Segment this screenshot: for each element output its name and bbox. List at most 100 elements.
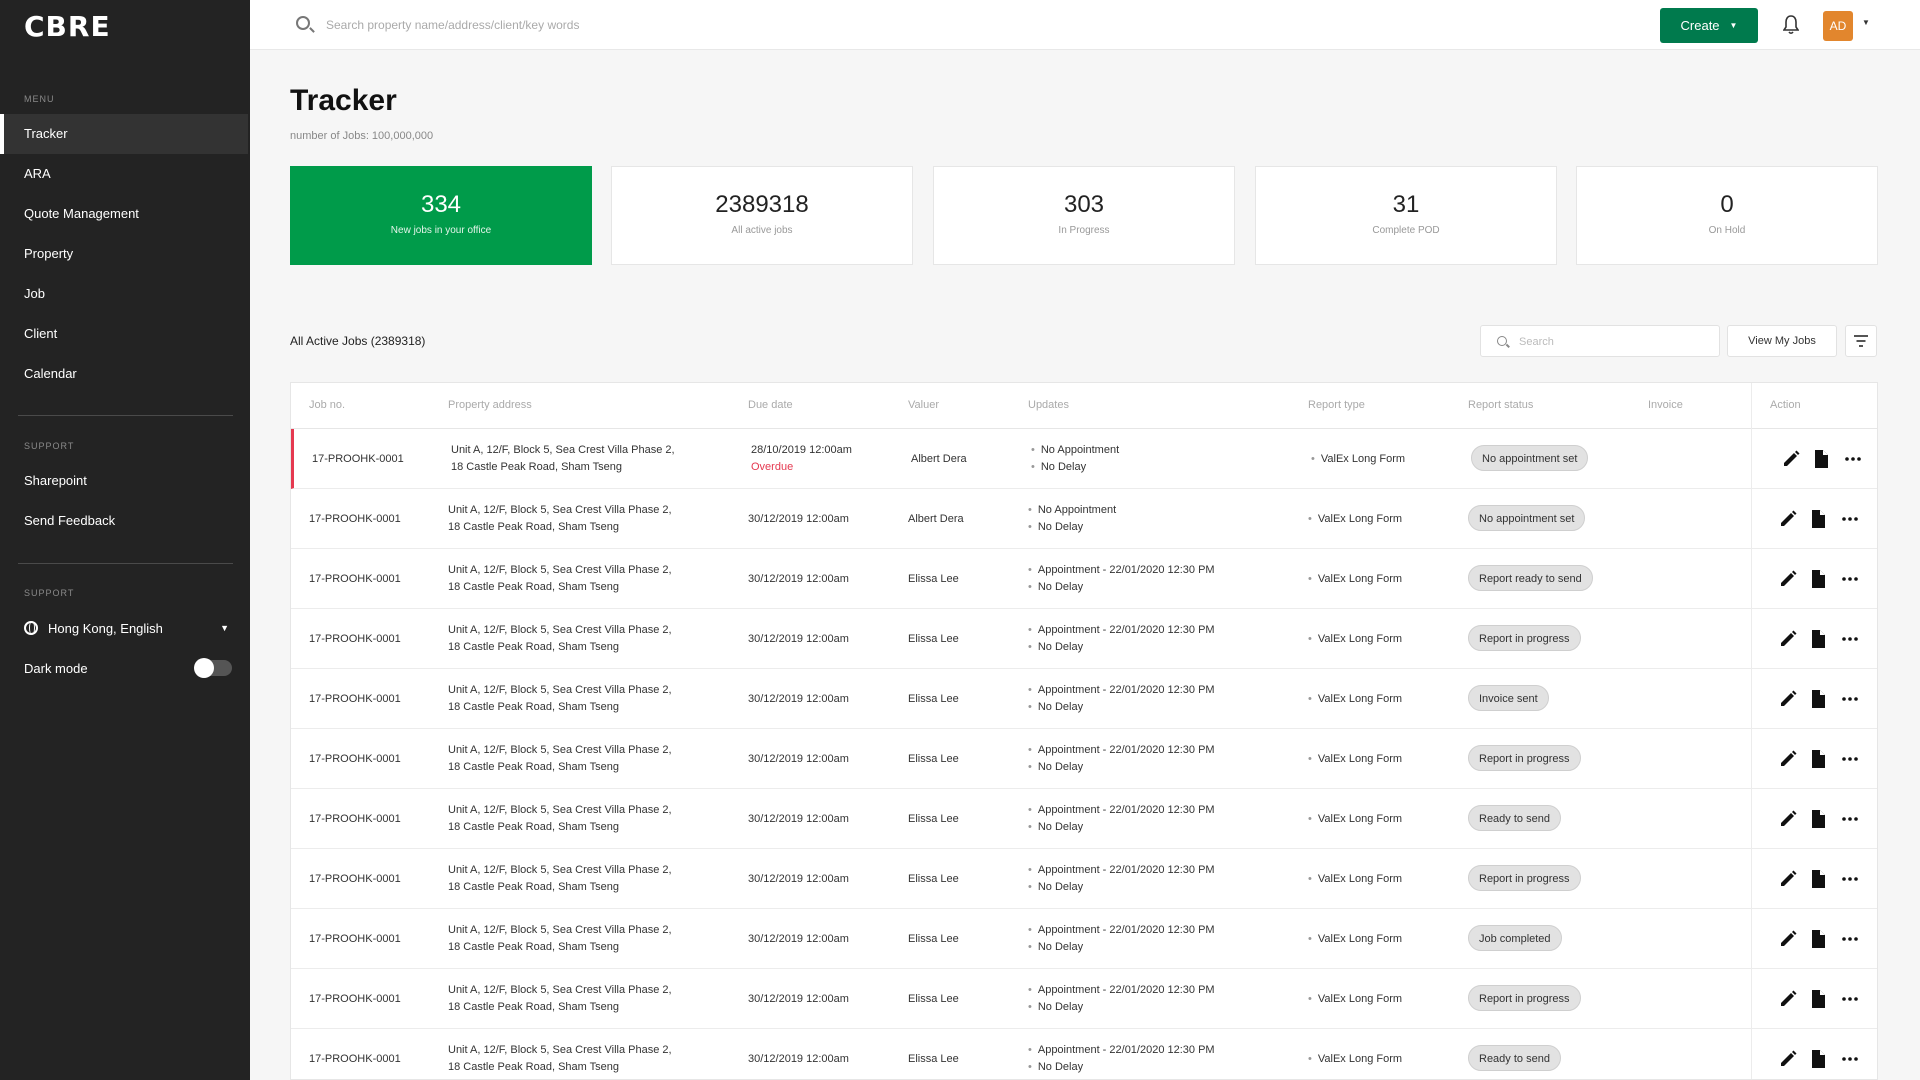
column-header[interactable]: Report status [1468, 399, 1533, 411]
stat-card-all-active[interactable]: 2389318 All active jobs [611, 166, 913, 265]
status-badge[interactable]: Job completed [1468, 925, 1562, 951]
table-row[interactable]: 17-PROOHK-0001 Unit A, 12/F, Block 5, Sea… [291, 1029, 1877, 1079]
column-header[interactable]: Valuer [908, 399, 939, 411]
filter-button[interactable] [1845, 325, 1877, 357]
status-badge[interactable]: Report in progress [1468, 985, 1581, 1011]
job-number[interactable]: 17-PROOHK-0001 [309, 991, 401, 1008]
column-header[interactable]: Job no. [309, 399, 345, 411]
job-number[interactable]: 17-PROOHK-0001 [309, 871, 401, 888]
edit-icon[interactable] [1778, 629, 1798, 649]
table-row[interactable]: 17-PROOHK-0001 Unit A, 12/F, Block 5, Sea… [291, 729, 1877, 789]
document-icon[interactable] [1808, 929, 1828, 949]
sidebar-item-property[interactable]: Property [0, 234, 248, 274]
column-header[interactable]: Report type [1308, 399, 1365, 411]
job-number[interactable]: 17-PROOHK-0001 [312, 451, 404, 468]
more-options-icon[interactable] [1840, 1049, 1860, 1069]
edit-icon[interactable] [1778, 689, 1798, 709]
document-icon[interactable] [1808, 689, 1828, 709]
sidebar-item-calendar[interactable]: Calendar [0, 354, 248, 394]
column-header[interactable]: Property address [448, 399, 532, 411]
dark-mode-toggle[interactable] [194, 658, 232, 678]
edit-icon[interactable] [1778, 509, 1798, 529]
table-row[interactable]: 17-PROOHK-0001 Unit A, 12/F, Block 5, Sea… [291, 849, 1877, 909]
job-number[interactable]: 17-PROOHK-0001 [309, 811, 401, 828]
sidebar-item-quote-management[interactable]: Quote Management [0, 194, 248, 234]
chevron-down-icon[interactable]: ▼ [1862, 18, 1870, 27]
column-header[interactable]: Updates [1028, 399, 1069, 411]
status-badge[interactable]: Report ready to send [1468, 565, 1593, 591]
stat-card-complete-pod[interactable]: 31 Complete POD [1255, 166, 1557, 265]
table-row[interactable]: 17-PROOHK-0001 Unit A, 12/F, Block 5, Sea… [291, 489, 1877, 549]
edit-icon[interactable] [1778, 929, 1798, 949]
edit-icon[interactable] [1778, 809, 1798, 829]
document-icon[interactable] [1808, 749, 1828, 769]
sidebar-item-client[interactable]: Client [0, 314, 248, 354]
document-icon[interactable] [1811, 449, 1831, 469]
status-badge[interactable]: No appointment set [1471, 445, 1589, 471]
sidebar-item-send-feedback[interactable]: Send Feedback [0, 501, 248, 541]
table-row[interactable]: 17-PROOHK-0001 Unit A, 12/F, Block 5, Sea… [291, 909, 1877, 969]
table-row[interactable]: 17-PROOHK-0001 Unit A, 12/F, Block 5, Sea… [291, 969, 1877, 1029]
more-options-icon[interactable] [1840, 809, 1860, 829]
more-options-icon[interactable] [1843, 449, 1863, 469]
more-options-icon[interactable] [1840, 509, 1860, 529]
document-icon[interactable] [1808, 809, 1828, 829]
more-options-icon[interactable] [1840, 569, 1860, 589]
language-select[interactable]: Hong Kong, English ▼ [24, 616, 229, 640]
document-icon[interactable] [1808, 509, 1828, 529]
column-header[interactable]: Due date [748, 399, 793, 411]
more-options-icon[interactable] [1840, 689, 1860, 709]
sidebar-item-job[interactable]: Job [0, 274, 248, 314]
document-icon[interactable] [1808, 989, 1828, 1009]
edit-icon[interactable] [1778, 569, 1798, 589]
status-badge[interactable]: Ready to send [1468, 1045, 1561, 1071]
edit-icon[interactable] [1778, 1049, 1798, 1069]
sidebar-item-ara[interactable]: ARA [0, 154, 248, 194]
table-row[interactable]: 17-PROOHK-0001 Unit A, 12/F, Block 5, Sea… [291, 609, 1877, 669]
edit-icon[interactable] [1778, 869, 1798, 889]
document-icon[interactable] [1808, 869, 1828, 889]
document-icon[interactable] [1808, 569, 1828, 589]
more-options-icon[interactable] [1840, 989, 1860, 1009]
status-badge[interactable]: Ready to send [1468, 805, 1561, 831]
status-badge[interactable]: Report in progress [1468, 745, 1581, 771]
stat-card-in-progress[interactable]: 303 In Progress [933, 166, 1235, 265]
view-my-jobs-button[interactable]: View My Jobs [1727, 325, 1837, 357]
create-button[interactable]: Create ▼ [1660, 8, 1758, 43]
table-row[interactable]: 17-PROOHK-0001 Unit A, 12/F, Block 5, Sea… [291, 549, 1877, 609]
job-number[interactable]: 17-PROOHK-0001 [309, 511, 401, 528]
column-header[interactable]: Invoice [1648, 399, 1683, 411]
stat-card-on-hold[interactable]: 0 On Hold [1576, 166, 1878, 265]
more-options-icon[interactable] [1840, 869, 1860, 889]
more-options-icon[interactable] [1840, 929, 1860, 949]
avatar[interactable]: AD [1823, 11, 1853, 41]
job-number[interactable]: 17-PROOHK-0001 [309, 691, 401, 708]
edit-icon[interactable] [1778, 749, 1798, 769]
sidebar-item-sharepoint[interactable]: Sharepoint [0, 461, 248, 501]
status-badge[interactable]: Invoice sent [1468, 685, 1549, 711]
bell-icon[interactable] [1783, 15, 1799, 35]
job-number[interactable]: 17-PROOHK-0001 [309, 1051, 401, 1068]
job-number[interactable]: 17-PROOHK-0001 [309, 931, 401, 948]
table-row[interactable]: 17-PROOHK-0001 Unit A, 12/F, Block 5, Sea… [291, 789, 1877, 849]
status-badge[interactable]: Report in progress [1468, 865, 1581, 891]
cbre-logo[interactable]: CBRE [24, 10, 111, 43]
stat-card-new-jobs[interactable]: 334 New jobs in your office [290, 166, 592, 265]
table-row[interactable]: 17-PROOHK-0001 Unit A, 12/F, Block 5, Sea… [291, 429, 1877, 489]
job-number[interactable]: 17-PROOHK-0001 [309, 751, 401, 768]
job-number[interactable]: 17-PROOHK-0001 [309, 571, 401, 588]
document-icon[interactable] [1808, 1049, 1828, 1069]
edit-icon[interactable] [1778, 989, 1798, 1009]
more-options-icon[interactable] [1840, 629, 1860, 649]
table-search-input[interactable] [1519, 332, 1709, 352]
status-badge[interactable]: No appointment set [1468, 505, 1586, 531]
global-search-input[interactable] [326, 14, 926, 36]
status-badge[interactable]: Report in progress [1468, 625, 1581, 651]
document-icon[interactable] [1808, 629, 1828, 649]
more-options-icon[interactable] [1840, 749, 1860, 769]
job-number[interactable]: 17-PROOHK-0001 [309, 631, 401, 648]
sidebar-item-tracker[interactable]: Tracker [0, 114, 248, 154]
table-row[interactable]: 17-PROOHK-0001 Unit A, 12/F, Block 5, Sea… [291, 669, 1877, 729]
edit-icon[interactable] [1781, 449, 1801, 469]
column-header[interactable]: Action [1770, 399, 1801, 411]
